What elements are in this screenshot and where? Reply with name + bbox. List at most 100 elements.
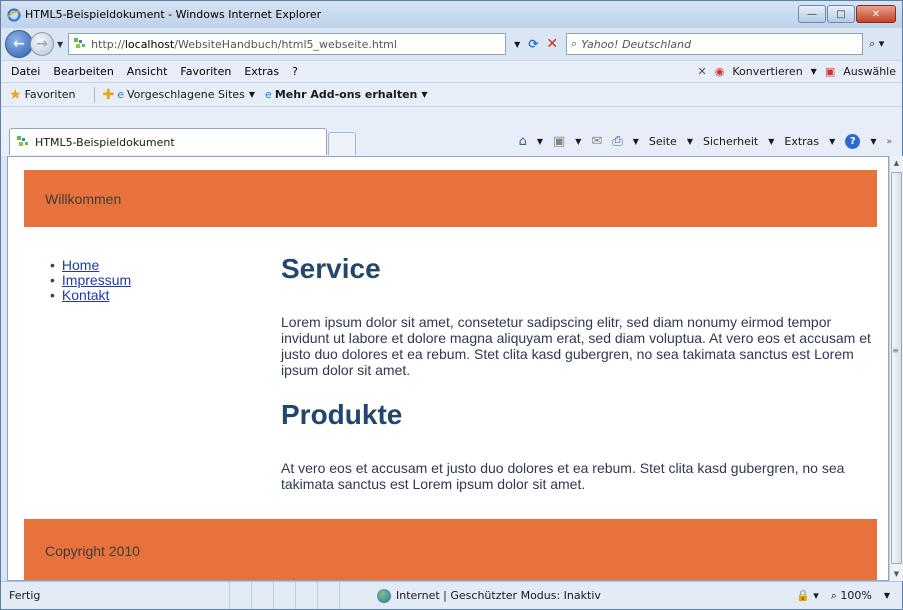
window-title: HTML5-Beispieldokument - Windows Interne… [25,8,322,21]
page-viewport: Willkommen Home Impressum Kontakt Servic… [7,156,889,581]
status-cells [229,582,361,609]
url-prefix: http:// [91,37,125,51]
security-zone-text: Internet | Geschützter Modus: Inaktiv [396,589,601,602]
status-cell [229,582,251,609]
window-controls: — □ ✕ [798,5,896,23]
favorites-star-icon: ★ [9,86,22,103]
close-toolbar-icon[interactable]: ✕ [698,65,707,78]
status-cell [317,582,339,609]
menu-favoriten[interactable]: Favoriten [180,65,231,78]
minimize-button[interactable]: — [798,5,826,23]
print-dropdown-icon[interactable]: ▼ [633,137,639,146]
section-title-service: Service [281,253,381,284]
favorites-separator [93,86,95,103]
page-content: Service Lorem ipsum dolor sit amet, cons… [281,252,873,492]
back-arrow-icon: ← [13,36,25,52]
page-dropdown-icon[interactable]: ▼ [687,137,693,146]
menu-extras[interactable]: Extras [244,65,279,78]
scroll-down-icon[interactable]: ▼ [890,567,903,581]
nav-link-home[interactable]: Home [62,257,99,273]
status-cell [273,582,295,609]
tab-active[interactable]: HTML5-Beispieldokument [9,128,327,155]
nav-link-kontakt[interactable]: Kontakt [62,287,109,303]
zoom-dropdown-icon[interactable]: ▼ [884,591,890,600]
status-cell [339,582,361,609]
section-text-service: Lorem ipsum dolor sit amet, consetetur s… [281,314,871,378]
page-menu[interactable]: Seite [649,135,677,148]
new-tab-button[interactable] [328,132,356,155]
zoom-control[interactable]: ⌕ 100% [831,589,872,603]
home-icon[interactable]: ⌂ [519,134,527,149]
site-favicon-icon [74,38,86,48]
vertical-scrollbar[interactable]: ▲ ≡ ▼ [889,156,903,581]
internet-explorer-icon [7,7,21,22]
help-icon[interactable]: ? [845,134,861,149]
zoom-icon: ⌕ [830,588,837,602]
section-title-produkte: Produkte [281,399,403,430]
search-icon[interactable]: ⌕ ▾ [869,37,884,51]
menu-help[interactable]: ? [292,65,298,78]
nav-item-impressum: Impressum [50,273,131,288]
select-button[interactable]: Auswähle [843,65,896,78]
url-host: localhost [124,37,175,51]
status-cell [295,582,317,609]
address-bar[interactable]: http://localhost/WebsiteHandbuch/html5_w… [68,33,507,55]
url-path: /WebsiteHandbuch/html5_webseite.html [174,37,397,51]
address-dropdown-icon[interactable]: ▼ [514,40,520,49]
menu-ansicht[interactable]: Ansicht [127,65,168,78]
home-dropdown-icon[interactable]: ▼ [537,137,543,146]
addons-label: Mehr Add-ons erhalten [274,88,418,101]
help-dropdown-icon[interactable]: ▼ [870,137,876,146]
feeds-dropdown-icon[interactable]: ▼ [575,137,581,146]
stop-icon[interactable]: ✕ [546,36,558,52]
command-bar: ⌂ ▼ ▣ ▼ ✉ ⎙ ▼ Seite ▼ Sicherheit ▼ Extras ▼ ? ▼… [519,134,892,149]
security-zone[interactable]: Internet | Geschützter Modus: Inaktiv [377,588,601,603]
search-engine-icon: ⌕ [571,37,578,50]
convert-button[interactable]: Konvertieren [732,65,802,78]
suggested-sites-button[interactable]: e Vorgeschlagene Sites ▼ [117,88,255,101]
scroll-up-icon[interactable]: ▲ [890,156,903,170]
convert-dropdown-icon[interactable]: ▼ [811,67,817,76]
print-icon[interactable]: ⎙ [612,134,622,149]
security-dropdown-icon[interactable]: ▼ [768,137,774,146]
status-bar: Fertig Internet | Geschützter Modus: Ina… [1,581,902,609]
forward-button[interactable]: → [30,32,54,56]
select-icon: ▣ [824,65,836,78]
refresh-icon[interactable]: ⟳ [528,37,538,51]
menu-bearbeiten[interactable]: Bearbeiten [53,65,113,78]
section-text-produkte: At vero eos et accusam et justo duo dolo… [281,460,845,492]
menu-datei[interactable]: Datei [11,65,40,78]
title-bar: HTML5-Beispieldokument - Windows Interne… [1,1,902,28]
scroll-thumb[interactable] [891,172,902,564]
tools-dropdown-icon[interactable]: ▼ [829,137,835,146]
more-icon[interactable]: » [886,137,892,147]
tools-menu[interactable]: Extras [784,135,819,148]
nav-link-impressum[interactable]: Impressum [62,272,131,288]
close-button[interactable]: ✕ [856,5,896,23]
address-tools: ▼ ⟳ ✕ [514,36,558,52]
feeds-icon[interactable]: ▣ [553,134,565,149]
status-right: 🔒 ▾ ⌕ 100% ▼ [796,589,890,603]
suggested-sites-label: Vorgeschlagene Sites [127,88,245,101]
back-button[interactable]: ← [5,30,33,58]
zoom-level: 100% [840,588,872,602]
maximize-button[interactable]: □ [827,5,855,23]
addons-button[interactable]: e Mehr Add-ons erhalten ▼ [265,88,427,101]
favorites-button[interactable]: ★ Favoriten [9,87,76,103]
history-dropdown-icon[interactable]: ▼ [57,40,63,49]
security-menu[interactable]: Sicherheit [703,135,758,148]
mail-icon[interactable]: ✉ [591,134,602,149]
convert-icon: ◉ [714,65,725,78]
menu-bar: Datei Bearbeiten Ansicht Favoriten Extra… [1,60,902,82]
nav-item-home: Home [50,258,131,273]
add-favorite-icon[interactable]: ✚ [103,87,115,103]
internet-zone-icon [377,588,391,603]
menu-right-tools: ✕ ◉ Konvertieren ▼ ▣ Auswähle [698,65,896,78]
addons-dropdown-icon: ▼ [421,90,428,99]
search-placeholder: Yahoo! Deutschland [581,37,692,51]
search-input[interactable]: ⌕ Yahoo! Deutschland [566,33,864,55]
nav-item-kontakt: Kontakt [50,288,131,303]
protected-mode-icon[interactable]: 🔒 ▾ [796,589,819,602]
page-footer: Copyright 2010 [24,519,877,580]
page-footer-text: Copyright 2010 [45,542,140,559]
